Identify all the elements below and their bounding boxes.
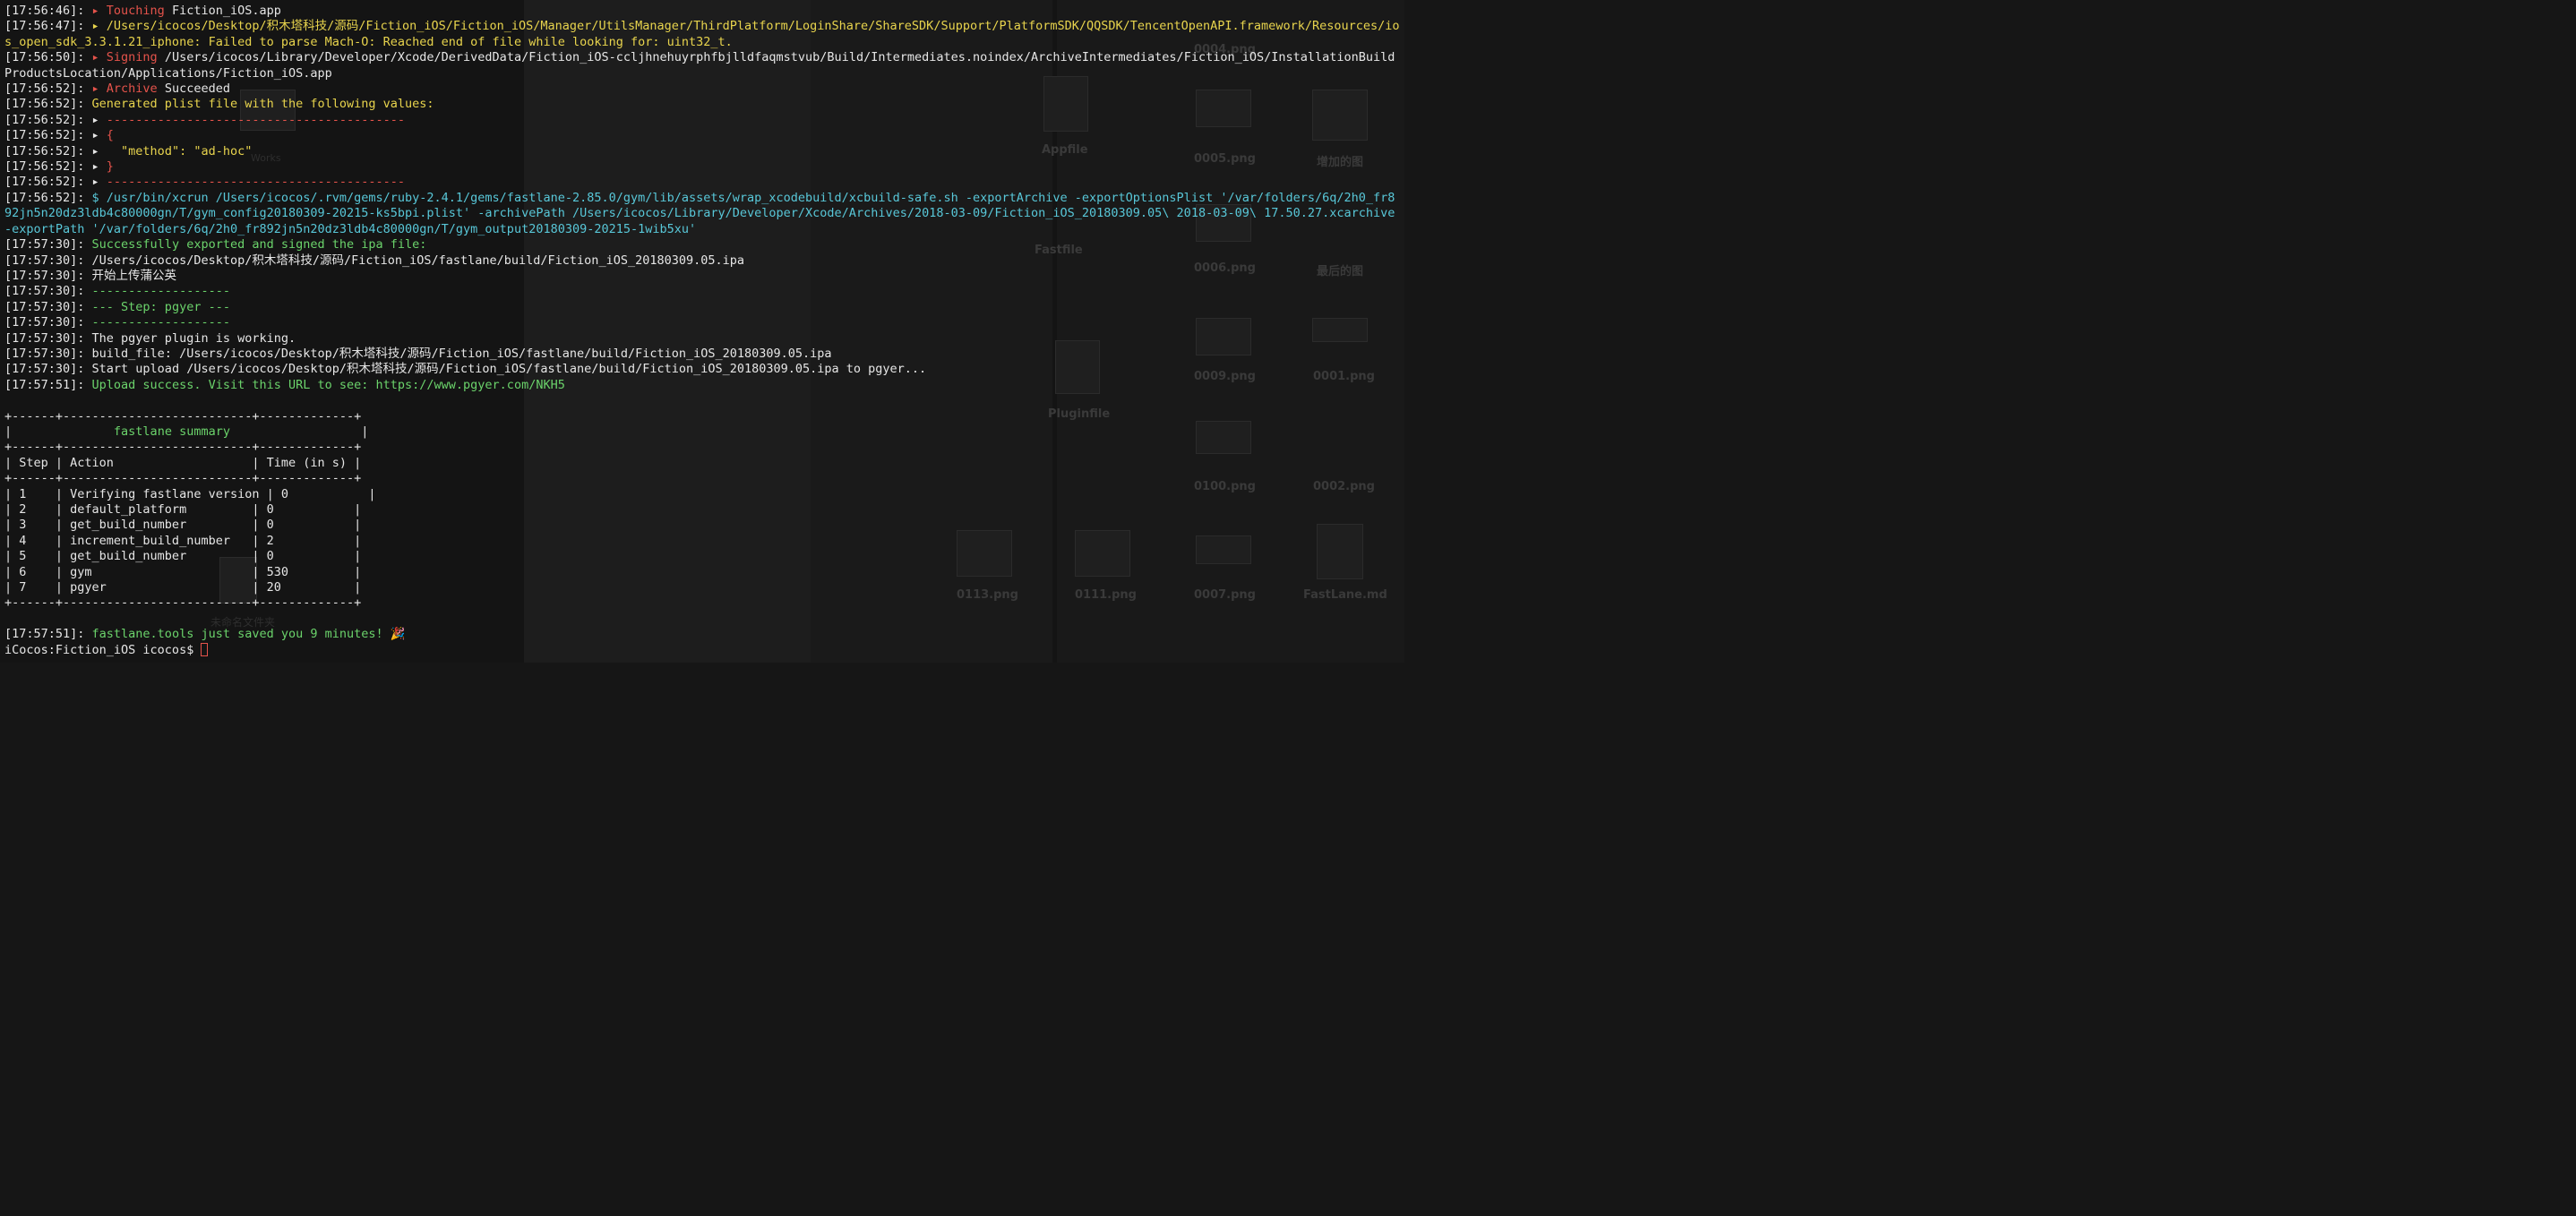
timestamp: [17:56:52]:	[4, 81, 85, 97]
log-text: Successfully exported and signed the ipa…	[84, 237, 427, 253]
log-line: [17:56:52]: ▸ --------------------------…	[4, 113, 1404, 128]
log-line: [17:56:52]: ▸ {	[4, 128, 1404, 143]
log-text: ----------------------------------------…	[106, 175, 406, 190]
log-line: [17:57:30]: build_file: /Users/icocos/De…	[4, 347, 1404, 362]
timestamp: [17:57:30]:	[4, 253, 85, 268]
summary-border: +------+--------------------------+-----…	[4, 440, 362, 455]
timestamp: [17:56:52]:	[4, 190, 85, 205]
timestamp: [17:57:30]:	[4, 362, 85, 377]
timestamp: [17:57:30]:	[4, 315, 85, 330]
log-text: ▸	[84, 175, 107, 190]
summary-title: fastlane summary	[113, 424, 230, 439]
timestamp: [17:57:51]:	[4, 377, 85, 392]
log-text: 开始上传蒲公英	[84, 268, 177, 283]
timestamp: [17:57:30]:	[4, 237, 85, 253]
log-text: $ /usr/bin/xcrun /Users/icocos/.rvm/gems…	[4, 190, 1403, 236]
summary-border: +------+--------------------------+-----…	[4, 595, 362, 611]
summary-row: | 2 | default_platform | 0 |	[4, 501, 362, 517]
prompt-line[interactable]: iCocos:Fiction_iOS icocos$	[4, 642, 1404, 658]
timestamp: [17:56:52]:	[4, 159, 85, 175]
log-text: ▸ Signing	[84, 50, 165, 65]
summary-header: | Step | Action | Time (in s) |	[4, 455, 362, 470]
summary-row: | 5 | get_build_number | 0 |	[4, 549, 362, 564]
summary-border: +------+--------------------------+-----…	[4, 408, 362, 424]
timestamp: [17:56:52]:	[4, 128, 85, 143]
log-text: ▸	[84, 112, 107, 127]
log-line: [17:57:30]: Start upload /Users/icocos/D…	[4, 362, 1404, 377]
log-text: The pgyer plugin is working.	[84, 330, 296, 346]
summary-row: | 7 | pgyer | 20 |	[4, 580, 362, 595]
timestamp: [17:56:52]:	[4, 112, 85, 127]
log-text: ▸	[84, 143, 122, 158]
log-text: Start upload /Users/icocos/Desktop/积木塔科技…	[84, 362, 927, 377]
log-line: [17:56:47]: ▸ /Users/icocos/Desktop/积木塔科…	[4, 19, 1400, 50]
timestamp: [17:56:50]:	[4, 50, 85, 65]
log-text: ▸ /Users/icocos/Desktop/积木塔科技/源码/Fiction…	[4, 19, 1400, 49]
log-line: [17:56:52]: ▸ }	[4, 159, 1404, 175]
timestamp: [17:56:52]:	[4, 143, 85, 158]
log-text: ▸	[84, 128, 107, 143]
log-text: Upload success. Visit this URL to see: h…	[84, 377, 565, 392]
log-line: [17:57:30]: --- Step: pgyer ---	[4, 300, 1404, 315]
summary-row: | 4 | increment_build_number | 2 |	[4, 533, 362, 548]
log-lines: [17:56:46]: ▸ Touching Fiction_iOS.app [1…	[4, 4, 1404, 393]
log-text: /Users/icocos/Desktop/积木塔科技/源码/Fiction_i…	[84, 253, 744, 268]
timestamp: [17:57:30]:	[4, 330, 85, 346]
log-line: [17:56:52]: ▸ Archive Succeeded	[4, 81, 1404, 97]
timestamp: [17:56:52]:	[4, 175, 85, 190]
timestamp: [17:56:52]:	[4, 97, 85, 112]
log-line: [17:56:46]: ▸ Touching Fiction_iOS.app	[4, 4, 1404, 19]
timestamp: [17:57:51]:	[4, 627, 85, 642]
log-text: Succeeded	[164, 81, 230, 97]
log-line: [17:57:30]: 开始上传蒲公英	[4, 269, 1404, 284]
shell-prompt: iCocos:Fiction_iOS icocos$	[4, 642, 202, 657]
log-text: ----------------------------------------…	[106, 112, 406, 127]
timestamp: [17:57:30]:	[4, 284, 85, 299]
summary-row: | 3 | get_build_number | 0 |	[4, 518, 362, 533]
log-text: ▸	[84, 159, 107, 175]
terminal-output: [17:56:46]: ▸ Touching Fiction_iOS.app [1…	[4, 4, 1404, 658]
log-text: ▸ Archive	[84, 81, 165, 97]
summary-title-row: | fastlane summary |	[4, 424, 369, 439]
timestamp: [17:57:30]:	[4, 346, 85, 361]
party-popper-icon: 🎉	[390, 627, 406, 642]
log-text: --- Step: pgyer ---	[84, 299, 230, 314]
log-text: Fiction_iOS.app	[171, 4, 281, 18]
log-line: [17:57:30]: -------------------	[4, 315, 1404, 330]
log-line: [17:57:30]: -------------------	[4, 284, 1404, 299]
final-message-line: [17:57:51]: fastlane.tools just saved yo…	[4, 627, 1404, 642]
log-line: [17:57:30]: Successfully exported and si…	[4, 237, 1404, 253]
log-text: -------------------	[84, 284, 230, 299]
log-text: }	[106, 159, 114, 175]
final-message: fastlane.tools just saved you 9 minutes!	[84, 627, 391, 642]
timestamp: [17:57:30]:	[4, 268, 85, 283]
log-line: [17:56:50]: ▸ Signing /Users/icocos/Libr…	[4, 50, 1400, 81]
summary-row: | 6 | gym | 530 |	[4, 564, 362, 579]
log-line: [17:56:52]: ▸ "method": "ad-hoc"	[4, 144, 1404, 159]
log-text: ▸ Touching	[84, 4, 172, 18]
log-line: [17:57:30]: The pgyer plugin is working.	[4, 331, 1404, 347]
log-line: [17:56:52]: ▸ --------------------------…	[4, 175, 1404, 190]
log-line: [17:56:52]: $ /usr/bin/xcrun /Users/icoc…	[4, 191, 1400, 237]
log-text: build_file: /Users/icocos/Desktop/积木塔科技/…	[84, 346, 832, 361]
text-cursor[interactable]	[201, 642, 209, 656]
log-text: -------------------	[84, 315, 230, 330]
summary-border: +------+--------------------------+-----…	[4, 471, 362, 486]
log-text: Generated plist file with the following …	[84, 97, 434, 112]
log-line: [17:56:52]: Generated plist file with th…	[4, 97, 1404, 112]
terminal-window[interactable]: Works 0005.png 0004.png 0006.png 增加的图 最后…	[0, 0, 1404, 663]
timestamp: [17:56:46]:	[4, 4, 85, 18]
timestamp: [17:57:30]:	[4, 299, 85, 314]
log-line: [17:57:51]: Upload success. Visit this U…	[4, 378, 1404, 393]
timestamp: [17:56:47]:	[4, 19, 85, 34]
log-line: [17:57:30]: /Users/icocos/Desktop/积木塔科技/…	[4, 253, 1404, 269]
log-text: /Users/icocos/Library/Developer/Xcode/De…	[4, 50, 1395, 81]
log-text: {	[106, 128, 114, 143]
log-text: "method": "ad-hoc"	[121, 143, 253, 158]
summary-row: | 1 | Verifying fastlane version | 0 |	[4, 486, 376, 501]
